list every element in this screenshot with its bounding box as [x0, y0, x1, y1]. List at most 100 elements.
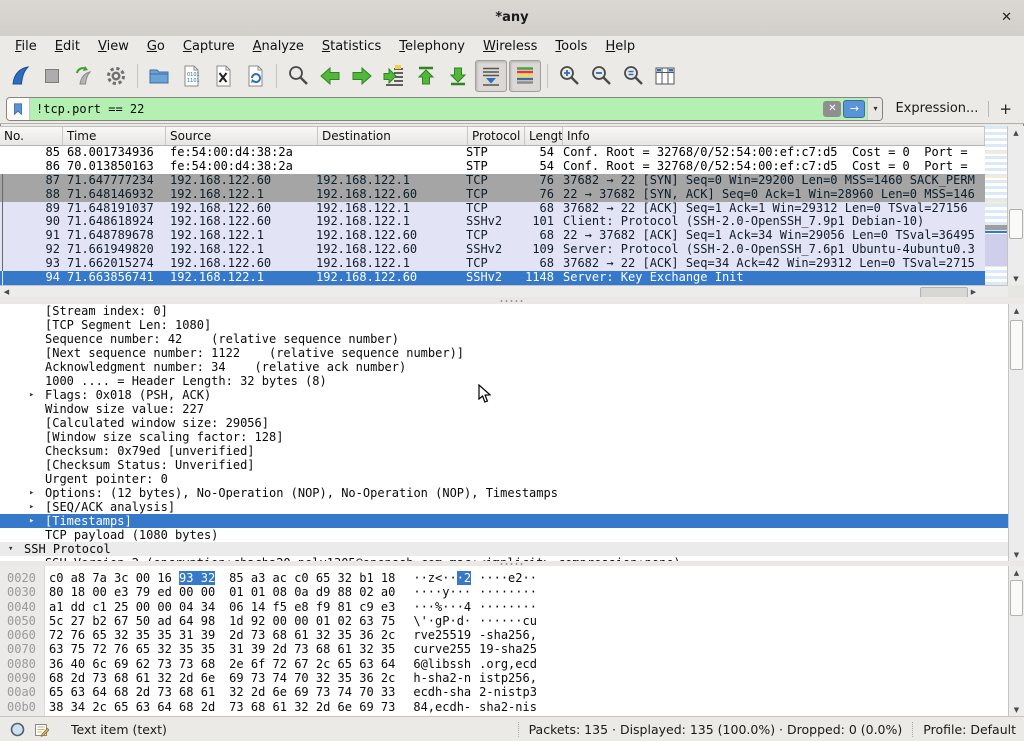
packet-list-scrollbar[interactable]: ▲ ▼ [1007, 126, 1024, 285]
detail-line[interactable]: [Checksum Status: Unverified] [0, 458, 1008, 472]
packet-list-header[interactable]: No.TimeSourceDestinationProtocolLengthIn… [0, 126, 985, 146]
zoom-in-button[interactable] [554, 61, 584, 91]
detail-line[interactable]: Urgent pointer: 0 [0, 472, 1008, 486]
go-back-button[interactable] [315, 61, 345, 91]
start-capture-button[interactable] [5, 61, 35, 91]
go-to-packet-button[interactable] [379, 61, 409, 91]
menu-go[interactable]: Go [138, 38, 174, 56]
add-filter-button[interactable]: + [999, 100, 1012, 118]
stop-capture-button[interactable] [37, 61, 67, 91]
intelligent-scrollbar-minimap[interactable] [985, 126, 1007, 285]
menu-file[interactable]: File [6, 38, 46, 56]
packet-row-92[interactable]: 9271.661949820192.168.122.1192.168.122.6… [0, 243, 985, 257]
scroll-down-arrow[interactable]: ▼ [1009, 703, 1024, 716]
menu-telephony[interactable]: Telephony [390, 38, 474, 56]
column-header-src[interactable]: Source [166, 127, 318, 145]
detail-line[interactable]: [Next sequence number: 1122 (relative se… [0, 346, 1008, 360]
detail-line[interactable]: TCP payload (1080 bytes) [0, 528, 1008, 542]
hex-row-00b0[interactable]: 00b038 34 2c 65 63 64 68 2d73 68 61 32 2… [0, 700, 1008, 714]
go-first-button[interactable] [411, 61, 441, 91]
go-last-button[interactable] [443, 61, 473, 91]
detail-line[interactable]: [TCP Segment Len: 1080] [0, 318, 1008, 332]
scrollbar-thumb[interactable] [1009, 209, 1023, 239]
detail-line[interactable]: 1000 .... = Header Length: 32 bytes (8) [0, 374, 1008, 388]
auto-scroll-button[interactable] [475, 60, 507, 92]
hex-row-00a0[interactable]: 00a065 63 64 68 2d 73 68 6132 2d 6e 69 7… [0, 685, 1008, 699]
scroll-up-arrow[interactable]: ▲ [1009, 566, 1024, 579]
capture-comment-icon[interactable] [34, 722, 49, 737]
detail-line[interactable]: ▸[SEQ/ACK analysis] [0, 500, 1008, 514]
detail-line[interactable]: Checksum: 0x79ed [unverified] [0, 444, 1008, 458]
menu-help[interactable]: Help [596, 38, 644, 56]
scroll-right-arrow[interactable]: ▶ [967, 286, 980, 297]
scroll-up-arrow[interactable]: ▲ [1008, 126, 1024, 139]
collapse-arrow-icon[interactable]: ▸ [29, 514, 34, 528]
scroll-down-arrow[interactable]: ▼ [1008, 272, 1024, 285]
detail-line[interactable]: ▸[Timestamps] [0, 514, 1008, 528]
filter-bookmark-button[interactable] [7, 98, 30, 120]
bytes-pane-scrollbar[interactable]: ▲ ▼ [1008, 566, 1024, 716]
pane-splitter-top[interactable] [0, 297, 1024, 304]
profile-label[interactable]: Profile: Default [923, 722, 1016, 737]
expression-button[interactable]: Expression... [895, 101, 978, 116]
column-header-time[interactable]: Time [63, 127, 166, 145]
detail-line[interactable]: Sequence number: 42 (relative sequence n… [0, 332, 1008, 346]
menu-edit[interactable]: Edit [46, 38, 89, 56]
filter-history-dropdown[interactable]: ▾ [867, 98, 882, 120]
packet-row-86[interactable]: 8670.013850163fe:54:00:d4:38:2aSTP54Conf… [0, 160, 985, 174]
display-filter-field[interactable]: !tcp.port == 22 ✕ → ▾ [6, 97, 883, 121]
column-header-no[interactable]: No. [0, 127, 63, 145]
go-forward-button[interactable] [347, 61, 377, 91]
packet-list-hscrollbar[interactable]: ◀ ▶ [0, 285, 1008, 297]
colorize-button[interactable] [509, 60, 541, 92]
hex-row-0070[interactable]: 007063 75 72 76 65 32 35 3531 39 2d 73 6… [0, 642, 1008, 656]
detail-line[interactable]: ▾SSH Protocol [0, 542, 1008, 556]
detail-pane-scrollbar[interactable]: ▲ ▼ [1008, 304, 1024, 561]
column-header-dst[interactable]: Destination [318, 127, 468, 145]
scrollbar-thumb[interactable] [1010, 580, 1023, 616]
filter-apply-button[interactable]: → [843, 100, 865, 118]
collapse-arrow-icon[interactable]: ▸ [29, 486, 34, 500]
hex-row-0040[interactable]: 0040a1 dd c1 25 00 00 04 3406 14 f5 e8 f… [0, 600, 1008, 614]
restart-capture-button[interactable] [69, 61, 99, 91]
column-header-proto[interactable]: Protocol [468, 127, 525, 145]
detail-line[interactable]: [Calculated window size: 29056] [0, 416, 1008, 430]
find-packet-button[interactable] [283, 61, 313, 91]
expand-arrow-icon[interactable]: ▾ [8, 542, 13, 556]
hex-row-0060[interactable]: 006072 76 65 32 35 35 31 392d 73 68 61 3… [0, 628, 1008, 642]
detail-line[interactable]: ▸Flags: 0x018 (PSH, ACK) [0, 388, 1008, 402]
hex-row-0050[interactable]: 00505c 27 b2 67 50 ad 64 981d 92 00 00 0… [0, 614, 1008, 628]
packet-row-90[interactable]: 9071.648618924192.168.122.60192.168.122.… [0, 215, 985, 229]
hex-row-0030[interactable]: 003080 18 00 e3 79 ed 00 0001 01 08 0a d… [0, 585, 1008, 599]
packet-row-91[interactable]: 9171.648789678192.168.122.1192.168.122.6… [0, 229, 985, 243]
expert-info-icon[interactable] [10, 722, 25, 737]
reload-file-button[interactable] [240, 61, 270, 91]
detail-line[interactable]: Window size value: 227 [0, 402, 1008, 416]
menu-analyze[interactable]: Analyze [244, 38, 313, 56]
column-header-info[interactable]: Info [563, 127, 985, 145]
packet-row-89[interactable]: 8971.648191037192.168.122.60192.168.122.… [0, 202, 985, 216]
menu-statistics[interactable]: Statistics [313, 38, 390, 56]
scroll-up-arrow[interactable]: ▲ [1009, 304, 1024, 317]
column-header-len[interactable]: Length [525, 127, 563, 145]
detail-line[interactable]: Acknowledgment number: 34 (relative ack … [0, 360, 1008, 374]
close-window-button[interactable]: ✕ [1001, 0, 1012, 36]
collapse-arrow-icon[interactable]: ▸ [29, 388, 34, 402]
hex-row-0090[interactable]: 009068 2d 73 68 61 32 2d 6e69 73 74 70 3… [0, 671, 1008, 685]
filter-clear-button[interactable]: ✕ [823, 101, 841, 117]
packet-row-94[interactable]: 9471.663856741192.168.122.1192.168.122.6… [0, 271, 985, 285]
menu-capture[interactable]: Capture [174, 38, 244, 56]
zoom-out-button[interactable] [586, 61, 616, 91]
packet-row-93[interactable]: 9371.662015274192.168.122.60192.168.122.… [0, 257, 985, 271]
packet-row-87[interactable]: 8771.647777234192.168.122.60192.168.122.… [0, 174, 985, 188]
menu-view[interactable]: View [89, 38, 138, 56]
collapse-arrow-icon[interactable]: ▸ [29, 500, 34, 514]
zoom-original-button[interactable] [618, 61, 648, 91]
menu-wireless[interactable]: Wireless [474, 38, 546, 56]
open-file-button[interactable] [144, 61, 174, 91]
menu-tools[interactable]: Tools [546, 38, 596, 56]
detail-line[interactable]: [Window size scaling factor: 128] [0, 430, 1008, 444]
resize-columns-button[interactable] [650, 61, 680, 91]
detail-line[interactable]: [Stream index: 0] [0, 304, 1008, 318]
capture-options-button[interactable] [101, 61, 131, 91]
